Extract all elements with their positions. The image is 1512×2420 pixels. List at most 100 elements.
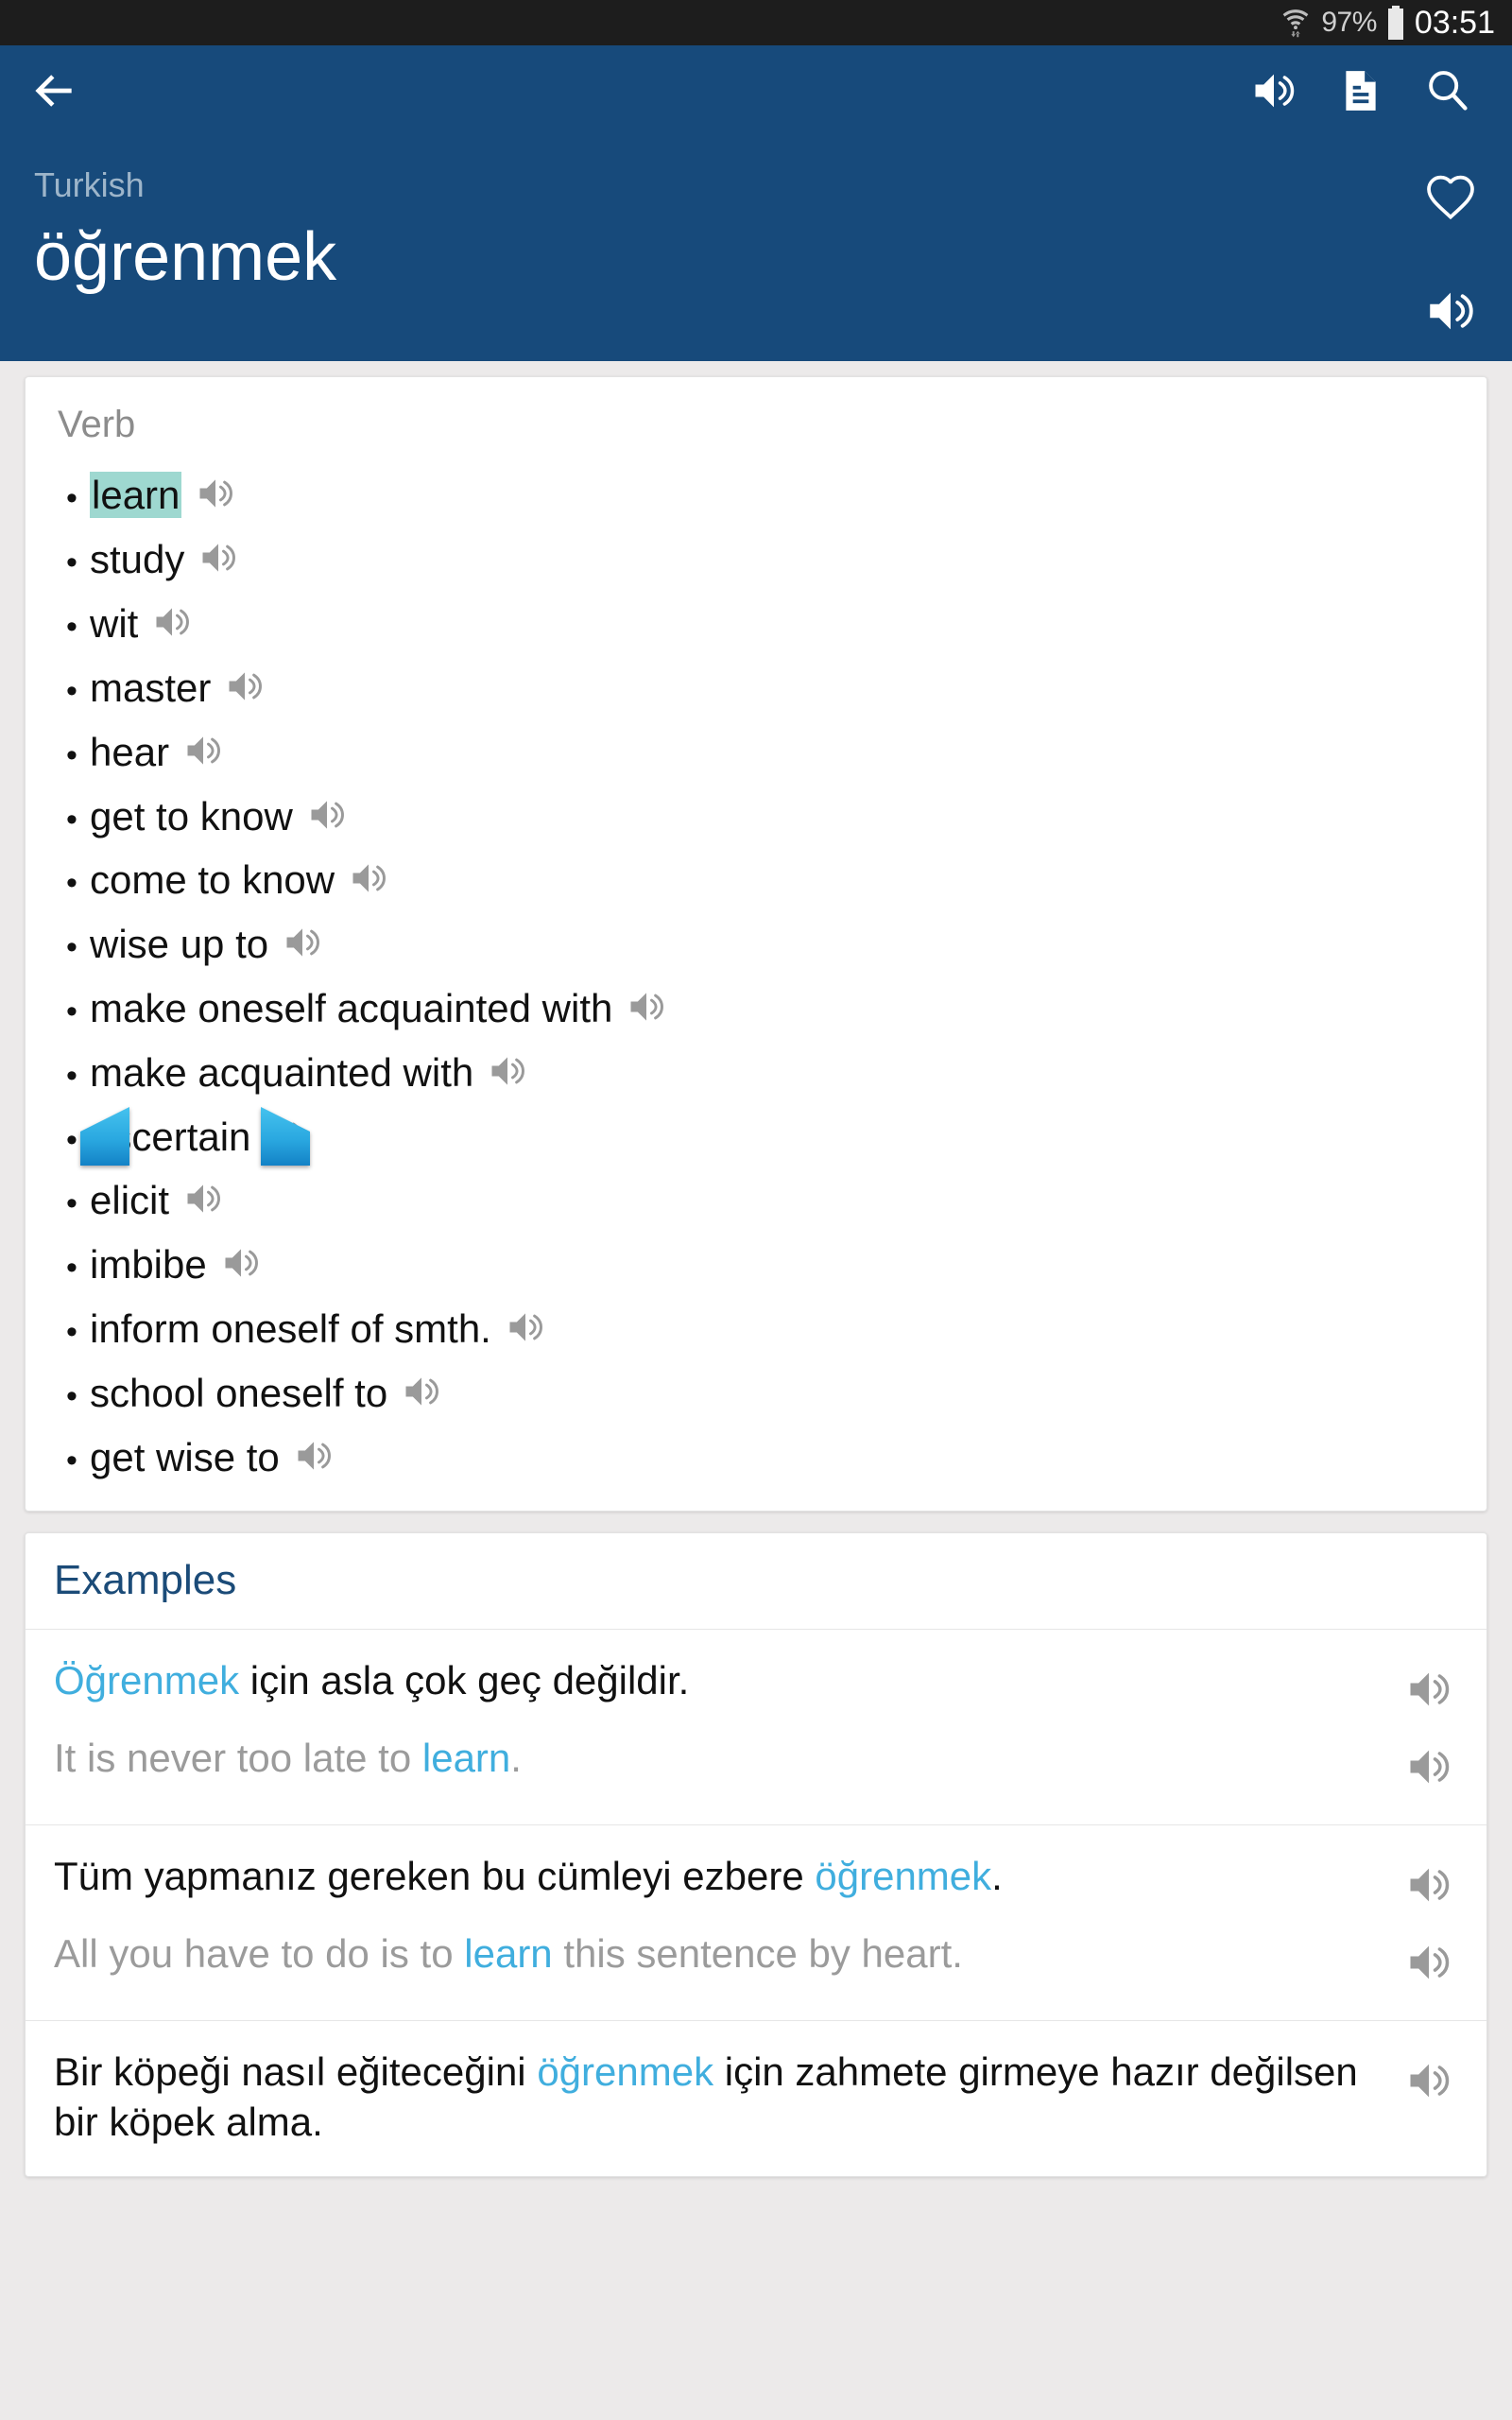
pronounce-button[interactable]: [182, 730, 224, 771]
speaker-icon: [405, 1377, 439, 1406]
example-source-text[interactable]: Tüm yapmanız gereken bu cümleyi ezbere ö…: [54, 1852, 1384, 1902]
translation-item[interactable]: • wise up to: [54, 909, 1458, 974]
back-button[interactable]: [25, 61, 83, 120]
page-title: öğrenmek: [34, 219, 337, 296]
pronounce-button[interactable]: [505, 1306, 546, 1348]
example-source-row: Bir köpeği nasıl eğiteceğini öğrenmek iç…: [54, 2040, 1458, 2155]
bullet-icon: •: [66, 480, 77, 516]
translation-label[interactable]: learn: [90, 472, 182, 519]
bullet-icon: •: [66, 736, 77, 773]
translation-label[interactable]: get to know: [90, 794, 293, 838]
example-translation-link[interactable]: learn: [464, 1931, 552, 1976]
translation-label[interactable]: make oneself acquainted with: [90, 986, 612, 1030]
example-headword-link[interactable]: Öğrenmek: [54, 1658, 239, 1703]
translation-item[interactable]: • make oneself acquainted with: [54, 974, 1458, 1038]
examples-list: Öğrenmek için asla çok geç değildir. It i…: [26, 1630, 1486, 2176]
translation-label[interactable]: school oneself to: [90, 1371, 387, 1415]
pronounce-button[interactable]: [1247, 64, 1300, 117]
status-bar: 97% 03:51: [0, 0, 1512, 45]
bullet-icon: •: [66, 801, 77, 838]
translation-item[interactable]: • school oneself to: [54, 1358, 1458, 1423]
translation-label[interactable]: make acquainted with: [90, 1050, 473, 1095]
bullet-icon: •: [66, 609, 77, 646]
bullet-icon: •: [66, 929, 77, 966]
bullet-icon: •: [66, 544, 77, 581]
translation-item[interactable]: • inform oneself of smth.: [54, 1294, 1458, 1358]
pronounce-button[interactable]: [1400, 1856, 1458, 1914]
example-headword-link[interactable]: öğrenmek: [815, 1854, 991, 1898]
translation-item[interactable]: • get wise to: [54, 1423, 1458, 1487]
translation-item[interactable]: • elicit: [54, 1166, 1458, 1230]
translation-item[interactable]: • wit: [54, 589, 1458, 653]
translation-label[interactable]: imbibe: [90, 1242, 207, 1287]
article-button[interactable]: [1334, 64, 1387, 117]
pronounce-button[interactable]: [1400, 1933, 1458, 1992]
bullet-icon: •: [66, 1377, 77, 1414]
speaker-icon: [311, 800, 344, 829]
pronounce-button[interactable]: [306, 794, 348, 836]
back-arrow-icon: [35, 75, 72, 107]
translation-label[interactable]: come to know: [90, 857, 335, 902]
search-button[interactable]: [1421, 64, 1474, 117]
translation-label[interactable]: hear: [90, 730, 169, 774]
pronounce-button[interactable]: [626, 986, 667, 1028]
translation-item[interactable]: • imbibe: [54, 1230, 1458, 1294]
pronounce-button[interactable]: [1400, 1737, 1458, 1796]
example-source-row: Öğrenmek için asla çok geç değildir.: [54, 1649, 1458, 1726]
pronounce-button[interactable]: [198, 537, 239, 579]
example-item: Bir köpeği nasıl eğiteceğini öğrenmek iç…: [26, 2021, 1486, 2176]
example-source-row: Tüm yapmanız gereken bu cümleyi ezbere ö…: [54, 1844, 1458, 1922]
translation-item[interactable]: • get to know: [54, 782, 1458, 846]
pronounce-button[interactable]: [220, 1242, 262, 1284]
pronounce-button[interactable]: [401, 1371, 442, 1412]
example-translation-link[interactable]: learn: [422, 1736, 510, 1780]
example-source-text[interactable]: Öğrenmek için asla çok geç değildir.: [54, 1656, 1384, 1706]
header-pronounce-button[interactable]: [1418, 278, 1484, 344]
example-item: Öğrenmek için asla çok geç değildir. It i…: [26, 1630, 1486, 1825]
translation-item[interactable]: • make acquainted with: [54, 1038, 1458, 1102]
wifi-icon: [1280, 7, 1312, 39]
speaker-icon: [509, 1313, 542, 1341]
pronounce-button[interactable]: [1400, 1660, 1458, 1719]
article-icon: [1346, 71, 1376, 111]
translation-item[interactable]: • come to know: [54, 845, 1458, 909]
pronounce-button[interactable]: [293, 1435, 335, 1477]
translation-label[interactable]: master: [90, 666, 211, 710]
translation-label[interactable]: study: [90, 537, 184, 581]
bullet-icon: •: [66, 865, 77, 902]
bullet-icon: •: [66, 673, 77, 710]
pronounce-button[interactable]: [224, 666, 266, 707]
example-target-row: All you have to do is to learn this sent…: [54, 1922, 1458, 1999]
translation-item[interactable]: • master: [54, 653, 1458, 717]
example-target-text[interactable]: It is never too late to learn.: [54, 1734, 1384, 1784]
favorite-button[interactable]: [1418, 163, 1484, 229]
example-source-text[interactable]: Bir köpeği nasıl eğiteceğini öğrenmek iç…: [54, 2048, 1384, 2148]
pronounce-button[interactable]: [195, 473, 236, 514]
translation-label[interactable]: inform oneself of smth.: [90, 1306, 491, 1351]
pronounce-button[interactable]: [151, 601, 193, 643]
example-headword-link[interactable]: öğrenmek: [537, 2049, 713, 2094]
text-selection-handle-left-icon[interactable]: [80, 1107, 129, 1166]
pronounce-button[interactable]: [282, 922, 323, 963]
status-bar-right: 97% 03:51: [1280, 5, 1495, 42]
translation-item[interactable]: • learn: [54, 460, 1458, 525]
speaker-icon: [1430, 292, 1473, 330]
translation-item[interactable]: • hear: [54, 717, 1458, 782]
text-selection-handle-right-icon[interactable]: [261, 1107, 310, 1166]
search-icon: [1429, 71, 1468, 111]
pronounce-button[interactable]: [348, 857, 389, 899]
translation-label[interactable]: elicit: [90, 1178, 169, 1222]
example-target-text[interactable]: All you have to do is to learn this sent…: [54, 1929, 1384, 1979]
translation-label[interactable]: get wise to: [90, 1435, 280, 1479]
pronounce-button[interactable]: [182, 1178, 224, 1219]
heart-outline-icon: [1427, 175, 1474, 220]
bullet-icon: •: [66, 994, 77, 1030]
bullet-icon: •: [66, 1250, 77, 1287]
pronounce-button[interactable]: [1400, 2051, 1458, 2110]
translation-item[interactable]: • study: [54, 525, 1458, 589]
speaker-icon: [1410, 2064, 1450, 2098]
translation-label[interactable]: wise up to: [90, 922, 268, 966]
speaker-icon: [187, 1184, 220, 1214]
translation-label[interactable]: wit: [90, 601, 138, 646]
pronounce-button[interactable]: [487, 1050, 528, 1092]
